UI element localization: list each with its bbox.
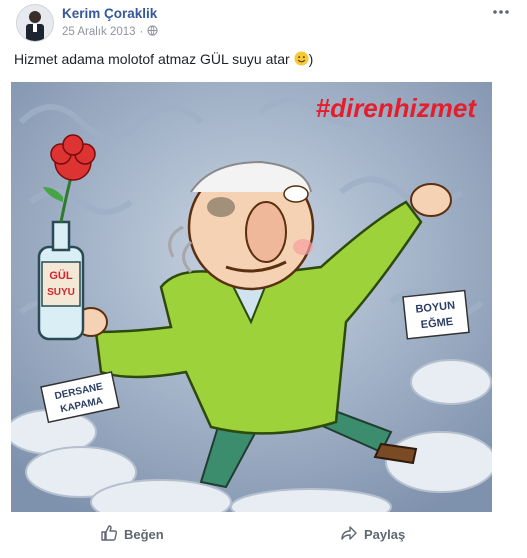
author-avatar[interactable] [16,4,54,42]
more-options-icon[interactable] [493,2,509,20]
like-button[interactable]: Beğen [100,524,164,545]
facebook-post: Kerim Çoraklik 25 Aralık 2013 · Hizmet a… [0,0,527,558]
bottle-label-line1: GÜL [49,269,73,282]
post-meta: 25 Aralık 2013 · [62,25,159,39]
post-actions-bar: Beğen Paylaş [0,512,527,558]
share-label: Paylaş [364,527,406,542]
globe-icon [147,25,159,39]
share-button[interactable]: Paylaş [340,524,405,545]
share-arrow-icon [340,524,358,545]
date-separator: · [139,26,144,38]
smile-emoji-icon [294,51,309,66]
post-text: Hizmet adama molotof atmaz GÜL suyu atar… [14,51,313,67]
post-text-body: Hizmet adama molotof atmaz GÜL suyu atar [14,51,290,67]
bottle-label-line2: SUYU [47,287,75,298]
hashtag-text: #direnhizmet [316,93,478,123]
author-name[interactable]: Kerim Çoraklik [62,6,157,21]
post-text-suffix: ) [308,51,314,67]
post-date[interactable]: 25 Aralık 2013 [62,26,136,38]
like-label: Beğen [124,527,164,542]
cartoon-image[interactable]: GÜL SUYU #direnhizmet DERSANE KAPAMA BOY… [11,82,492,512]
like-thumb-icon [100,524,118,545]
